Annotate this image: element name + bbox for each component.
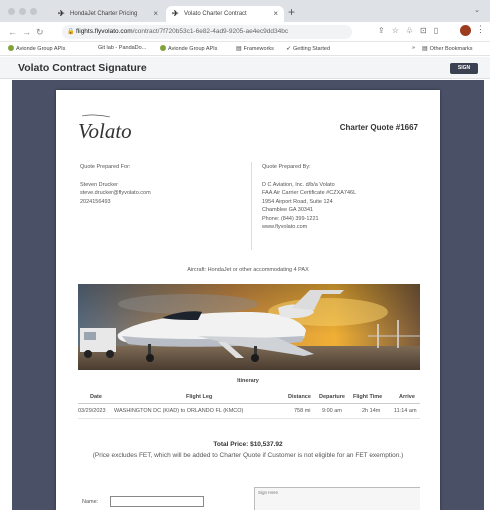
sidebar-icon[interactable]: ▯: [434, 26, 445, 35]
forward-arrow-icon[interactable]: →: [22, 25, 31, 39]
browser-menu-icon[interactable]: ⋮: [476, 24, 485, 35]
itinerary-cell-date: 03/29/2023: [78, 408, 106, 414]
itinerary-cell-flight-time: 2h 14m: [362, 408, 381, 414]
signature-label: Sign Here: [258, 490, 279, 495]
itinerary-header-date: Date: [90, 394, 102, 400]
app-header: Volato Contract Signature SIGN: [0, 57, 490, 79]
bookmark-globe-icon: [8, 45, 14, 51]
extension-icon[interactable]: ♧: [406, 26, 420, 35]
aircraft-line: Aircraft: HondaJet or other accommodatin…: [187, 267, 309, 273]
browser-tab-pricing[interactable]: ✈ HondaJet Charter Pricing ×: [52, 6, 164, 22]
itinerary-row-rule: [78, 418, 420, 419]
bookmark-globe-icon: [160, 45, 166, 51]
itinerary-cell-leg: WASHINGTON DC (KIAD) to ORLANDO FL (KMCO…: [114, 408, 244, 414]
reload-icon[interactable]: ↻: [36, 25, 44, 39]
operator-line: Chamblee GA 30341: [262, 207, 314, 213]
bookmarks-bar: Avionde Group APIs Git lab - PandaDo... …: [0, 42, 490, 56]
bookmarks-overflow[interactable]: »: [412, 45, 415, 51]
browser-tab-contract[interactable]: ✈ Volato Charter Contract ×: [166, 6, 284, 22]
itinerary-header-arrive: Arrive: [399, 394, 415, 400]
operator-line: FAA Air Carrier Certificate #CZXA746L: [262, 190, 357, 196]
honda-favicon-icon: ✈: [58, 9, 65, 18]
folder-icon: ▤: [236, 46, 242, 52]
window-minimize-dot[interactable]: [19, 8, 26, 15]
itinerary-header-rule: [78, 403, 420, 404]
customer-email: steve.drucker@flyvolato.com: [80, 190, 151, 196]
lock-icon: 🔒: [67, 29, 75, 35]
bookmark-item[interactable]: ➶ Getting Started: [286, 45, 330, 52]
back-arrow-icon[interactable]: ←: [8, 25, 17, 39]
url-field[interactable]: 🔒 flights.flyvolato.com/contract/7f720b5…: [62, 25, 352, 39]
signature-pad[interactable]: Sign Here: [254, 487, 420, 510]
operator-line: Phone: (844) 399-1221: [262, 215, 319, 222]
quote-title: Charter Quote #1667: [339, 123, 418, 132]
window-zoom-dot[interactable]: [30, 8, 37, 15]
itinerary-cell-arrive: 11:14 am: [394, 408, 417, 414]
volato-favicon-icon: ✈: [172, 9, 179, 18]
price-note: (Price excludes FET, which will be added…: [92, 452, 404, 459]
volato-logo: Volato: [78, 114, 132, 143]
bookmark-folder[interactable]: ▤ Frameworks: [236, 45, 274, 52]
operator-line: 1954 Airport Road, Suite 124: [262, 198, 333, 205]
operator-line: D C Aviation, Inc. d/b/a Volato: [262, 181, 335, 188]
customer-phone: 2024156493: [80, 198, 111, 205]
itinerary-header-flight-time: Flight Time: [353, 394, 383, 400]
itinerary-header-departure: Departure: [319, 394, 345, 400]
url-host: flights.flyvolato.com: [76, 28, 133, 35]
itinerary-cell-distance: 758 mi: [294, 408, 311, 414]
folder-icon: ▤: [422, 46, 428, 52]
share-icon[interactable]: ⇪: [378, 26, 392, 35]
bookmark-item[interactable]: Git lab - PandaDo...: [98, 45, 146, 51]
tab-label: HondaJet Charter Pricing: [70, 11, 138, 17]
name-input[interactable]: [110, 496, 204, 507]
browser-toolbar-icons: ⇪☆♧⊡▯: [378, 26, 445, 35]
bookmark-item[interactable]: Avionde Group APIs: [160, 45, 217, 52]
prepared-for-block: Quote Prepared For: Steven Drucker steve…: [80, 163, 246, 206]
url-path: /contract/7f720b53c1-6e82-4ad9-9205-ae4e…: [132, 28, 289, 35]
column-divider: [251, 162, 252, 250]
window-close-dot[interactable]: [8, 8, 15, 15]
jet-photo: [78, 284, 420, 370]
tab-label: Volato Charter Contract: [184, 11, 247, 17]
contract-page: Volato Charter Quote #1667 Quote Prepare…: [56, 90, 440, 510]
browser-address-bar: ← → ↻ 🔒 flights.flyvolato.com/contract/7…: [0, 22, 490, 42]
itinerary-title: Itinerary: [237, 378, 259, 384]
itinerary-header-distance: Distance: [288, 394, 311, 400]
profile-avatar[interactable]: [460, 25, 471, 36]
itinerary-header-leg: Flight Leg: [186, 394, 213, 400]
svg-text:Volato: Volato: [78, 119, 132, 143]
rocket-icon: ➶: [286, 46, 292, 52]
page-title: Volato Contract Signature: [18, 62, 147, 74]
document-viewer[interactable]: Volato Charter Quote #1667 Quote Prepare…: [12, 80, 484, 510]
prepared-for-label: Quote Prepared For:: [80, 164, 131, 170]
tab-close-icon[interactable]: ×: [273, 6, 278, 22]
star-icon[interactable]: ☆: [392, 26, 406, 35]
new-tab-button[interactable]: +: [288, 4, 295, 20]
operator-line: www.flyvolato.com: [262, 224, 308, 230]
tab-close-icon[interactable]: ×: [153, 6, 158, 22]
name-label: Name:: [82, 499, 99, 505]
extensions-puzzle-icon[interactable]: ⊡: [420, 26, 434, 35]
browser-tab-bar: ✈ HondaJet Charter Pricing × ✈ Volato Ch…: [0, 0, 490, 22]
customer-name: Steven Drucker: [80, 181, 118, 188]
other-bookmarks[interactable]: ▤ Other Bookmarks: [422, 45, 472, 52]
bookmark-item[interactable]: Avionde Group APIs: [8, 45, 65, 52]
tab-search-chevron-icon[interactable]: ⌄: [474, 6, 480, 14]
prepared-by-label: Quote Prepared By:: [262, 164, 311, 170]
prepared-by-block: Quote Prepared By: D C Aviation, Inc. d/…: [262, 163, 422, 232]
total-price: Total Price: $10,537.92: [213, 441, 283, 448]
sign-button[interactable]: SIGN: [450, 63, 478, 74]
itinerary-cell-departure: 9:00 am: [322, 408, 342, 414]
